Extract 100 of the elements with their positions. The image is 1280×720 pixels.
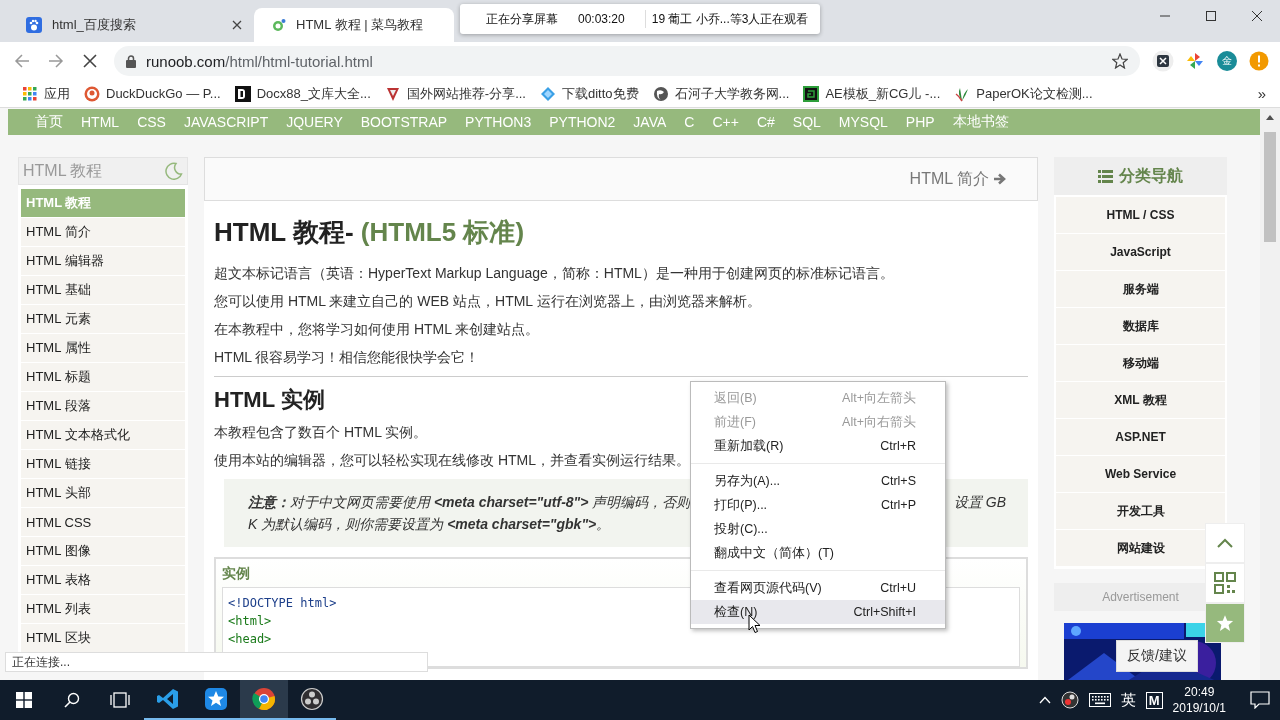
menu-item[interactable]: 另存为(A)... Ctrl+S xyxy=(691,469,945,493)
category-item[interactable]: ASP.NET xyxy=(1115,430,1166,444)
diamond-icon xyxy=(539,85,556,102)
sidebar-item[interactable]: HTML 链接 xyxy=(21,450,185,479)
scrollbar-thumb[interactable] xyxy=(1264,132,1276,242)
sidebar-item[interactable]: HTML 简介 xyxy=(21,218,185,247)
example-heading: 实例 xyxy=(222,565,251,583)
paragraph: 在本教程中，您将学习如何使用 HTML 来创建站点。 xyxy=(214,320,540,338)
bookmark[interactable]: 石河子大学教务网... xyxy=(674,84,790,103)
back-icon[interactable] xyxy=(14,53,30,69)
bookmark[interactable]: DuckDuckGo — P... xyxy=(106,86,221,101)
search-icon[interactable] xyxy=(64,692,80,708)
forward-icon[interactable] xyxy=(48,53,64,69)
browser-tab[interactable]: HTML 教程 | 菜鸟教程 xyxy=(254,8,454,42)
category-title: 分类导航 xyxy=(1119,165,1183,186)
category-item[interactable]: 网站建设 xyxy=(1116,539,1165,557)
star-icon xyxy=(1216,614,1234,632)
sidebar-item[interactable]: HTML 段落 xyxy=(21,392,185,421)
category-item[interactable]: XML 教程 xyxy=(1114,391,1167,409)
category-item[interactable]: Web Service xyxy=(1104,467,1177,481)
qr-code-button[interactable] xyxy=(1205,563,1245,603)
close-icon[interactable] xyxy=(1252,11,1262,21)
notification-icon[interactable] xyxy=(1250,691,1270,709)
category-item[interactable]: 数据库 xyxy=(1122,317,1159,335)
section-heading: HTML 实例 xyxy=(214,386,325,414)
extension-icon[interactable] xyxy=(1152,50,1174,72)
qr-code-icon xyxy=(1214,572,1236,594)
sidebar-item[interactable]: HTML CSS xyxy=(21,508,185,537)
task-view-icon[interactable] xyxy=(110,692,130,708)
bookmark[interactable]: 下载ditto免费 xyxy=(561,84,639,103)
paragraph: 您可以使用 HTML 来建立自己的 WEB 站点，HTML 运行在浏览器上，由浏览器来解析。 xyxy=(214,292,761,310)
bookmark[interactable]: Docx88_文库大全... xyxy=(256,84,371,103)
scroll-up-icon[interactable] xyxy=(1266,114,1274,120)
paragraph: 使用本站的编辑器，您可以轻松实现在线修改 HTML，并查看实例运行结果。 xyxy=(214,451,690,469)
note-text: 设置 GB xyxy=(953,493,1006,512)
bookmark[interactable]: PaperOK论文检测... xyxy=(976,84,1093,103)
stop-icon[interactable] xyxy=(83,54,97,68)
browser-icon xyxy=(252,687,276,711)
category-item[interactable]: HTML / CSS xyxy=(1106,208,1175,222)
bookmark[interactable]: 应用 xyxy=(44,84,70,103)
bookmark[interactable]: AE模板_新CG儿 -... xyxy=(825,84,941,103)
address-bar[interactable]: runoob.com/html/html-tutorial.html xyxy=(114,46,1140,76)
paragraph: HTML 很容易学习！相信您能很快学会它！ xyxy=(214,348,480,366)
next-page-link[interactable]: HTML 简介 xyxy=(909,168,1007,190)
chevron-up-icon xyxy=(1217,538,1233,548)
input-mode-indicator[interactable]: M xyxy=(1145,691,1163,709)
sidebar-item[interactable]: HTML 编辑器 xyxy=(21,247,185,276)
sidebar-item[interactable]: HTML 列表 xyxy=(21,595,185,624)
clock[interactable]: 20:49 2019/10/1 xyxy=(1172,684,1226,716)
close-icon[interactable] xyxy=(232,20,242,30)
menu-item[interactable]: 检查(N) Ctrl+Shift+I xyxy=(691,600,945,624)
sidebar-item[interactable]: HTML 表格 xyxy=(21,566,185,595)
note-text: K 为默认编码，则你需要设置为 <meta charset="gbk">。 xyxy=(248,516,611,532)
sidebar-item[interactable]: HTML 文本格式化 xyxy=(21,421,185,450)
menu-item[interactable]: 重新加载(R) Ctrl+R xyxy=(691,434,945,458)
keyboard-icon[interactable] xyxy=(1088,693,1111,707)
feedback-button[interactable]: 反馈/建议 xyxy=(1116,640,1198,672)
menu-item[interactable]: 投射(C)... xyxy=(691,517,945,541)
url-text: runoob.com/html/html-tutorial.html xyxy=(146,52,374,70)
bookmark[interactable]: 国外网站推荐-分享... xyxy=(406,84,526,103)
pinwheel-icon[interactable] xyxy=(1186,52,1204,70)
sidebar-item[interactable]: HTML 基础 xyxy=(21,276,185,305)
lock-icon xyxy=(126,54,136,68)
sidebar-item[interactable]: HTML 元素 xyxy=(21,305,185,334)
start-icon[interactable] xyxy=(16,692,32,708)
input-language-indicator[interactable]: 英 xyxy=(1120,690,1136,710)
sidebar-item[interactable]: HTML 属性 xyxy=(21,334,185,363)
sidebar-item[interactable]: HTML 图像 xyxy=(21,537,185,566)
paragraph: 本教程包含了数百个 HTML 实例。 xyxy=(214,423,428,441)
duck-logo-icon xyxy=(84,85,100,102)
list-icon xyxy=(1098,169,1113,183)
maximize-icon[interactable] xyxy=(1206,11,1216,21)
status-text: 正在连接... xyxy=(5,652,428,672)
menu-item[interactable]: 打印(P)... Ctrl+P xyxy=(691,493,945,517)
share-status: 正在分享屏幕 xyxy=(486,10,558,28)
menu-item[interactable]: 翻成中文（简体）(T) xyxy=(691,541,945,565)
category-item[interactable]: 服务端 xyxy=(1122,280,1159,298)
square-logo-icon xyxy=(803,85,820,102)
sidebar-item[interactable]: HTML 标题 xyxy=(21,363,185,392)
letter-d-icon xyxy=(234,85,251,102)
more-bookmarks-button[interactable]: » xyxy=(1257,85,1266,102)
share-timer: 00:03:20 xyxy=(578,12,625,26)
star-app-icon xyxy=(204,687,228,711)
page-title: HTML 教程- (HTML5 标准) xyxy=(214,216,526,249)
profile-avatar[interactable]: 金 xyxy=(1217,51,1237,71)
sidebar-item[interactable]: HTML 头部 xyxy=(21,479,185,508)
arrow-right-icon xyxy=(993,172,1007,186)
category-item[interactable]: JavaScript xyxy=(1110,245,1171,259)
star-icon[interactable] xyxy=(1112,53,1128,69)
back-to-top-button[interactable] xyxy=(1205,523,1245,563)
category-item[interactable]: 开发工具 xyxy=(1116,502,1165,520)
browser-tab[interactable]: html_百度搜索 xyxy=(8,8,254,42)
category-item[interactable]: 移动端 xyxy=(1122,354,1159,372)
viewer-count: 19 葡工 小乔...等3人正在观看 xyxy=(651,10,809,28)
chevron-up-icon[interactable] xyxy=(1038,696,1051,704)
sidebar-item[interactable]: HTML 区块 xyxy=(21,624,185,653)
scrollbar[interactable] xyxy=(1260,108,1280,680)
globe-icon xyxy=(652,85,669,102)
recorder-tray-icon[interactable] xyxy=(1060,691,1079,709)
taskbar-app[interactable] xyxy=(240,680,288,720)
